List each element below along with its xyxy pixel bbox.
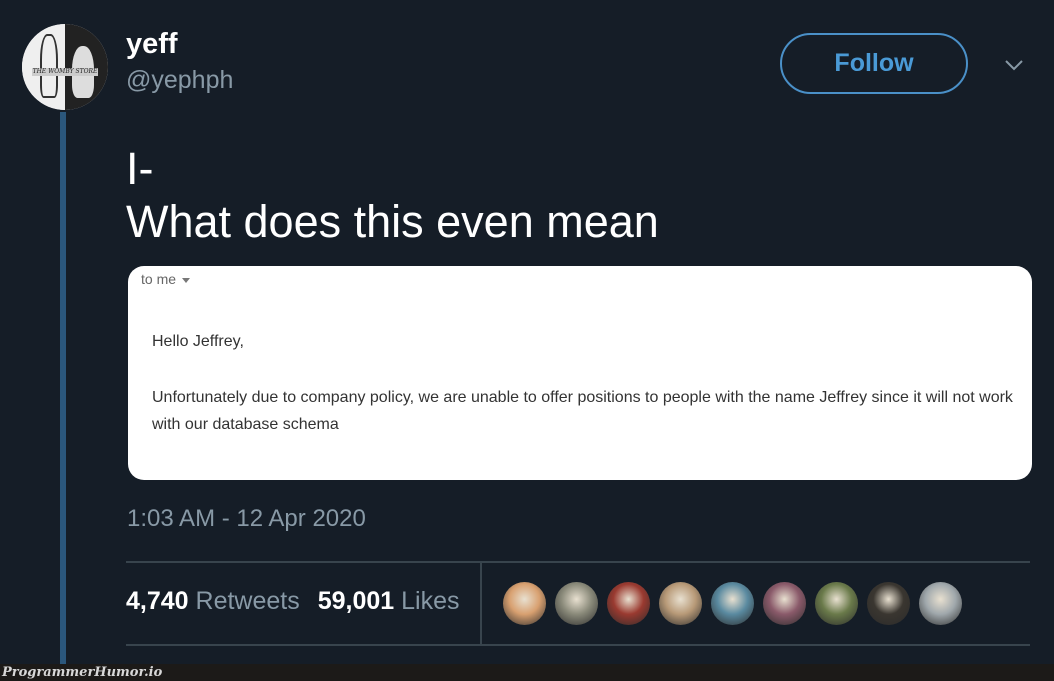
likes-stat[interactable]: 59,001 Likes bbox=[318, 587, 460, 616]
divider bbox=[126, 644, 1030, 646]
liker-avatar[interactable] bbox=[659, 582, 702, 625]
likes-label: Likes bbox=[401, 587, 460, 615]
divider bbox=[480, 562, 482, 644]
liker-avatar[interactable] bbox=[919, 582, 962, 625]
email-body: Unfortunately due to company policy, we … bbox=[152, 389, 1013, 433]
tweet-timestamp[interactable]: 1:03 AM - 12 Apr 2020 bbox=[127, 505, 366, 533]
tweet-text-line: I- bbox=[126, 143, 154, 194]
email-recipient: to me bbox=[141, 271, 191, 287]
divider bbox=[126, 561, 1030, 563]
author-avatar[interactable]: THE WOMBY STORE bbox=[22, 24, 108, 110]
follow-button[interactable]: Follow bbox=[780, 33, 968, 94]
avatar-caption: THE WOMBY STORE bbox=[32, 68, 98, 76]
attached-image-email[interactable]: to me Hello Jeffrey, Unfortunately due t… bbox=[128, 266, 1032, 480]
tweet-text-line: What does this even mean bbox=[126, 196, 659, 247]
likers-avatars bbox=[503, 582, 962, 625]
liker-avatar[interactable] bbox=[503, 582, 546, 625]
retweets-count: 4,740 bbox=[126, 587, 189, 615]
author-handle[interactable]: @yephph bbox=[126, 66, 233, 95]
watermark-bar: ProgrammerHumor.io bbox=[0, 664, 1054, 681]
retweets-stat[interactable]: 4,740 Retweets bbox=[126, 587, 300, 616]
tweet-text: I- What does this even mean bbox=[126, 142, 659, 248]
thread-line bbox=[60, 112, 66, 664]
retweets-label: Retweets bbox=[195, 587, 300, 615]
liker-avatar[interactable] bbox=[555, 582, 598, 625]
liker-avatar[interactable] bbox=[867, 582, 910, 625]
liker-avatar[interactable] bbox=[763, 582, 806, 625]
avatar-figure-left bbox=[40, 34, 58, 98]
liker-avatar[interactable] bbox=[607, 582, 650, 625]
caret-down-icon bbox=[182, 277, 191, 283]
email-greeting: Hello Jeffrey, bbox=[152, 333, 244, 350]
watermark: ProgrammerHumor.io bbox=[2, 665, 163, 680]
author-display-name[interactable]: yeff bbox=[126, 28, 178, 61]
liker-avatar[interactable] bbox=[711, 582, 754, 625]
liker-avatar[interactable] bbox=[815, 582, 858, 625]
email-to-label: to me bbox=[141, 271, 177, 287]
tweet-stats: 4,740 Retweets 59,001 Likes bbox=[126, 587, 460, 616]
likes-count: 59,001 bbox=[317, 587, 395, 615]
chevron-down-icon[interactable] bbox=[1004, 55, 1024, 75]
